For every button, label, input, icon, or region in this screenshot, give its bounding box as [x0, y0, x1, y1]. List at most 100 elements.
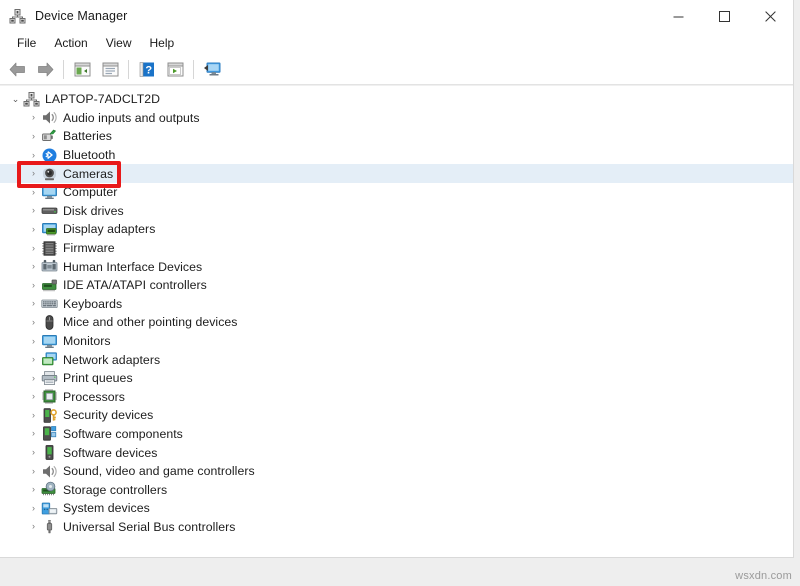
monitor-icon: [41, 333, 58, 350]
hid-icon: [41, 258, 58, 275]
menu-help[interactable]: Help: [141, 33, 184, 54]
tree-item-system-devices[interactable]: › System devices: [0, 499, 793, 518]
tree-item-keyboards[interactable]: ›Keyboards: [0, 295, 793, 314]
monitor-icon: [41, 184, 58, 201]
scan-for-hardware-changes-button[interactable]: [198, 57, 226, 83]
menu-view[interactable]: View: [97, 33, 141, 54]
chevron-right-icon[interactable]: ›: [26, 337, 41, 346]
tree-item-batteries[interactable]: › Batteries: [0, 127, 793, 146]
tree-item-label: Sound, video and game controllers: [63, 464, 255, 478]
storage-controller-icon: [41, 481, 58, 498]
tree-item-label: Bluetooth: [63, 148, 115, 162]
tree-item-software-devices[interactable]: › Software devices: [0, 443, 793, 462]
tree-item-label: Audio inputs and outputs: [63, 111, 200, 125]
chevron-right-icon[interactable]: ›: [26, 318, 41, 327]
tree-item-label: Human Interface Devices: [63, 260, 202, 274]
tree-item-label: Computer: [63, 185, 117, 199]
processor-icon: [41, 388, 58, 405]
properties-button[interactable]: [96, 57, 124, 83]
tree-item-universal-serial-bus-controllers[interactable]: ›Universal Serial Bus controllers: [0, 518, 793, 537]
chevron-right-icon[interactable]: ›: [26, 244, 41, 253]
update-driver-button[interactable]: [161, 57, 189, 83]
tree-item-label: Monitors: [63, 334, 111, 348]
back-button[interactable]: [3, 57, 31, 83]
tree-item-label: System devices: [63, 501, 150, 515]
device-tree-panel[interactable]: ⌄ LAPTOP-7ADCLT2D › Audio inputs and output…: [0, 85, 793, 557]
tree-item-computer[interactable]: › Computer: [0, 183, 793, 202]
tree-item-audio-inputs-and-outputs[interactable]: › Audio inputs and outputs: [0, 109, 793, 128]
chevron-right-icon[interactable]: ›: [26, 467, 41, 476]
chevron-right-icon[interactable]: ›: [26, 113, 41, 122]
chevron-right-icon[interactable]: ›: [26, 448, 41, 457]
chevron-right-icon[interactable]: ›: [26, 411, 41, 420]
tree-item-disk-drives[interactable]: › Disk drives: [0, 202, 793, 221]
tree-item-processors[interactable]: ›Processors: [0, 388, 793, 407]
scan-hardware-icon: [203, 62, 221, 77]
chevron-right-icon[interactable]: ›: [26, 132, 41, 141]
tree-item-label: Software components: [63, 427, 183, 441]
chevron-right-icon[interactable]: ›: [26, 225, 41, 234]
tree-item-ide-ata-atapi-controllers[interactable]: ›IDE ATA/ATAPI controllers: [0, 276, 793, 295]
usb-icon: [41, 518, 58, 535]
computer-root-icon: [23, 91, 40, 108]
device-manager-icon: [9, 8, 26, 25]
tree-item-display-adapters[interactable]: ›Display adapters: [0, 220, 793, 239]
maximize-button[interactable]: [701, 0, 747, 32]
firmware-chip-icon: [41, 240, 58, 257]
speaker-icon: [41, 463, 58, 480]
tree-item-monitors[interactable]: › Monitors: [0, 332, 793, 351]
toolbar-separator-2: [128, 60, 129, 79]
tree-item-label: Software devices: [63, 446, 157, 460]
close-button[interactable]: [747, 0, 793, 32]
tree-item-software-components[interactable]: › Software components: [0, 425, 793, 444]
show-hide-console-tree-button[interactable]: [68, 57, 96, 83]
help-button[interactable]: ?: [133, 57, 161, 83]
tree-item-label: Batteries: [63, 129, 112, 143]
tree-item-security-devices[interactable]: ›Security devices: [0, 406, 793, 425]
chevron-right-icon[interactable]: ›: [26, 485, 41, 494]
chevron-right-icon[interactable]: ›: [26, 188, 41, 197]
tree-item-mice-and-other-pointing-devices[interactable]: ›Mice and other pointing devices: [0, 313, 793, 332]
tree-item-sound-video-and-game-controllers[interactable]: › Sound, video and game controllers: [0, 462, 793, 481]
update-driver-icon: [167, 62, 184, 77]
tree-root-item[interactable]: ⌄ LAPTOP-7ADCLT2D: [0, 90, 793, 109]
menu-file[interactable]: File: [8, 33, 45, 54]
chevron-right-icon[interactable]: ›: [26, 281, 41, 290]
window-controls: [655, 0, 793, 32]
chevron-right-icon[interactable]: ›: [26, 504, 41, 513]
chevron-right-icon[interactable]: ›: [26, 151, 41, 160]
ide-controller-icon: [41, 277, 58, 294]
tree-item-label: Cameras: [63, 167, 113, 181]
chevron-right-icon[interactable]: ›: [26, 522, 41, 531]
properties-icon: [102, 62, 119, 77]
watermark: wsxdn.com: [735, 570, 792, 582]
chevron-right-icon[interactable]: ›: [26, 429, 41, 438]
tree-item-print-queues[interactable]: ›Print queues: [0, 369, 793, 388]
chevron-right-icon[interactable]: ›: [26, 262, 41, 271]
tree-item-bluetooth[interactable]: › Bluetooth: [0, 146, 793, 165]
mouse-icon: [41, 314, 58, 331]
chevron-down-icon[interactable]: ⌄: [8, 95, 23, 104]
forward-button[interactable]: [31, 57, 59, 83]
chevron-right-icon[interactable]: ›: [26, 392, 41, 401]
tree-item-label: LAPTOP-7ADCLT2D: [45, 92, 160, 106]
console-tree-icon: [74, 62, 91, 77]
chevron-right-icon[interactable]: ›: [26, 169, 41, 178]
tree-item-human-interface-devices[interactable]: › Human Interface Devices: [0, 257, 793, 276]
tree-item-cameras[interactable]: › Cameras: [0, 164, 793, 183]
chevron-right-icon[interactable]: ›: [26, 206, 41, 215]
chevron-right-icon[interactable]: ›: [26, 374, 41, 383]
menu-action[interactable]: Action: [45, 33, 96, 54]
tree-item-storage-controllers[interactable]: ›Storage controllers: [0, 480, 793, 499]
disk-drive-icon: [41, 202, 58, 219]
tree-item-label: Disk drives: [63, 204, 124, 218]
tree-item-firmware[interactable]: ›Firmware: [0, 239, 793, 258]
toolbar: ?: [0, 55, 793, 85]
back-arrow-icon: [9, 62, 26, 77]
chevron-right-icon[interactable]: ›: [26, 299, 41, 308]
tree-item-network-adapters[interactable]: ›Network adapters: [0, 350, 793, 369]
chevron-right-icon[interactable]: ›: [26, 355, 41, 364]
network-adapter-icon: [41, 351, 58, 368]
minimize-button[interactable]: [655, 0, 701, 32]
camera-icon: [41, 165, 58, 182]
